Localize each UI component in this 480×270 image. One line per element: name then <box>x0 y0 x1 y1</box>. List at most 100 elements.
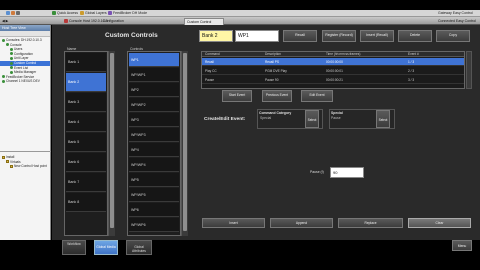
tree-item[interactable]: New Control Host point <box>0 164 51 169</box>
previous-event-button[interactable]: Previous Event <box>262 90 292 102</box>
header-event-number: Event # <box>408 52 419 56</box>
status-dot-icon <box>10 66 13 70</box>
header-time: Time (hh:mm:ss:frames) <box>326 52 361 56</box>
controls-list: WP1 WP/WP1 WP2 WP/WP2 WP3 WP/WP3 WP4 WP/WP4 WP5 W… <box>127 51 181 236</box>
status-dot-icon <box>6 43 9 47</box>
tab-configuration-label: Configuration <box>103 19 124 23</box>
host-tree-divider[interactable] <box>0 151 51 152</box>
table-row[interactable]: Pause Pause 90 00:00:00:21 3 / 3 <box>202 76 464 84</box>
special-value[interactable]: Pause <box>331 116 341 120</box>
workflow-button[interactable]: Workflow <box>62 240 86 255</box>
tree-item[interactable]: Channel 1 NEXUS DEV <box>0 79 50 84</box>
special-select-button[interactable]: Select <box>376 110 390 128</box>
bank-list-scrollbar[interactable] <box>108 51 115 236</box>
control-list-item[interactable]: WP2 <box>129 83 179 97</box>
control-list-item[interactable]: WP/WP5 <box>129 188 179 202</box>
copy-button[interactable]: Copy <box>436 30 470 42</box>
table-row[interactable]: Play CC PGM DVE Play 00:00:00:01 2 / 3 <box>202 67 464 75</box>
control-list-item[interactable]: WP/WP6 <box>129 218 179 232</box>
bank-list-item[interactable]: Bank 7 <box>66 173 106 192</box>
tree-item-label: Event List <box>14 65 28 70</box>
tree-item-label: FeedBroker Service <box>6 74 35 79</box>
bank-list-item[interactable]: Bank 4 <box>66 113 106 132</box>
command-category-select-button[interactable]: Select <box>305 110 319 128</box>
clear-button[interactable]: Clear <box>408 218 471 228</box>
status-dot-icon <box>2 80 5 83</box>
toolbar-quick-access[interactable]: Quick Access <box>52 11 78 16</box>
status-dot-icon <box>10 61 13 65</box>
start-event-button[interactable]: Start Event <box>222 90 252 102</box>
table-cell: 1 / 3 <box>408 60 415 64</box>
create-edit-title: Create/Edit Event: <box>204 117 246 122</box>
table-row[interactable]: Recall Recall PS 00:00:00:00 1 / 3 <box>202 58 464 66</box>
pause-frames-input[interactable]: 90 <box>330 167 364 178</box>
bank-list-item[interactable]: Bank 2 <box>66 73 106 92</box>
edit-event-button[interactable]: Edit Event <box>301 90 333 102</box>
tab-configuration[interactable]: Configuration <box>103 19 124 24</box>
command-category-label: Command Category <box>259 111 292 115</box>
control-list-item[interactable]: WP4 <box>129 143 179 157</box>
bank-field[interactable]: Bank 2 <box>199 30 233 42</box>
bank-list-scroll-thumb[interactable] <box>110 53 114 228</box>
os-toolbar: Quick Access Global Layers FeedBroker DH… <box>0 10 480 17</box>
table-cell: 2 / 3 <box>408 69 415 73</box>
toolbar-right-label: Gateway Easy Control <box>438 11 473 15</box>
tab-custom-control-label: Custom Control <box>187 20 212 24</box>
tab-custom-control[interactable]: Custom Control <box>184 18 224 25</box>
console-icon <box>64 19 68 24</box>
header-description: Description <box>265 52 281 56</box>
table-cell: Recall PS <box>265 60 279 64</box>
tree-item-label: Custom Control <box>14 60 37 65</box>
events-table-scrollbar[interactable] <box>466 51 472 89</box>
tree-item-label: New Control Host point <box>14 164 47 169</box>
bank-list-item[interactable]: Bank 3 <box>66 93 106 112</box>
table-cell: 00:00:00:01 <box>326 69 343 73</box>
control-list-item[interactable]: WP/WP3 <box>129 128 179 142</box>
bank-list-item[interactable]: Bank 5 <box>66 133 106 152</box>
insert-button[interactable]: Insert <box>202 218 265 228</box>
control-list-item[interactable]: WP1 <box>129 53 179 67</box>
replace-button[interactable]: Replace <box>338 218 403 228</box>
tabbar-right-label: Connected Easy Control <box>438 19 476 23</box>
control-list-item[interactable]: WP3 <box>129 113 179 127</box>
folder-icon <box>6 160 9 164</box>
tab-nav-arrows[interactable]: ◀ ▶ <box>2 19 8 24</box>
register-button[interactable]: Register (Record) <box>322 30 356 42</box>
global-media-button[interactable]: Global Media <box>94 240 118 255</box>
gear-icon <box>16 11 20 16</box>
tree-item-label: Console <box>10 42 22 47</box>
folder-icon <box>10 164 13 168</box>
control-name-field[interactable]: WP1 <box>235 30 279 42</box>
folder-icon <box>2 155 5 159</box>
table-cell: PGM DVE Play <box>265 69 287 73</box>
menu-button[interactable]: Menu <box>452 240 472 251</box>
control-list-item[interactable]: WP/WP2 <box>129 98 179 112</box>
table-cell: Pause <box>205 78 215 82</box>
toolbar-feedbroker-label: FeedBroker DH Mode <box>113 11 148 15</box>
status-dot-icon <box>10 47 13 51</box>
global-attributes-button[interactable]: Global Attributes <box>126 240 152 255</box>
bank-list-item[interactable]: Bank 6 <box>66 153 106 172</box>
control-list-item[interactable]: WP/WP1 <box>129 68 179 82</box>
controls-list-scrollbar[interactable] <box>181 51 188 236</box>
bank-list-item[interactable]: Bank 1 <box>66 53 106 72</box>
events-table-header: Command Description Time (hh:mm:ss:frame… <box>202 52 464 57</box>
append-button[interactable]: Append <box>270 218 333 228</box>
insert-recall-button[interactable]: Insert (Recall) <box>360 30 394 42</box>
delete-button[interactable]: Delete <box>398 30 432 42</box>
command-category-value[interactable]: Special <box>260 116 271 120</box>
control-list-item[interactable]: WP/WP4 <box>129 158 179 172</box>
tree-item-label: Users <box>14 47 23 52</box>
tree-item-label: Channel 1 NEXUS DEV <box>6 79 40 84</box>
bank-list-item[interactable]: Bank 8 <box>66 193 106 212</box>
recall-button[interactable]: Recall <box>283 30 317 42</box>
control-list-item[interactable]: WP5 <box>129 173 179 187</box>
control-list-item[interactable]: WP6 <box>129 203 179 217</box>
tab-console-host-label: Console Host 192.0.10.3 <box>69 19 108 23</box>
header-command: Command <box>205 52 220 56</box>
toolbar-global-layers[interactable]: Global Layers <box>80 11 107 16</box>
controls-list-scroll-thumb[interactable] <box>183 53 187 231</box>
toolbar-feedbroker[interactable]: FeedBroker DH Mode <box>108 11 147 16</box>
tab-console-host[interactable]: Console Host 192.0.10.3 <box>64 19 108 24</box>
toolbar-icons[interactable] <box>6 11 21 16</box>
